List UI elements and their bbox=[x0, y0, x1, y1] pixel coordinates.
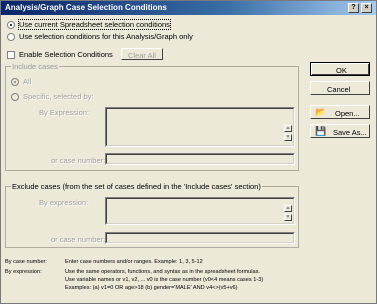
exclude-expression-label: By expression: bbox=[39, 198, 89, 207]
dialog-title: Analysis/Graph Case Selection Conditions bbox=[5, 3, 167, 12]
use-analysis-conditions-radio[interactable] bbox=[7, 33, 15, 41]
case-selection-dialog: Analysis/Graph Case Selection Conditions… bbox=[0, 0, 377, 304]
include-expression-label: By Expression: bbox=[39, 108, 90, 117]
expression-help-line-3: Examples: (a) v1=0 OR age>18 (b) gender=… bbox=[65, 285, 238, 291]
title-bar: Analysis/Graph Case Selection Conditions… bbox=[1, 1, 376, 15]
close-button[interactable]: × bbox=[361, 3, 372, 13]
ok-button[interactable]: OK bbox=[310, 62, 370, 76]
exclude-case-number-label: or case number: bbox=[51, 235, 106, 244]
include-all-label[interactable]: All bbox=[23, 77, 31, 86]
include-all-radio[interactable] bbox=[11, 78, 19, 86]
expression-help-line-1: Use the same operators, functions, and s… bbox=[65, 269, 260, 275]
include-specific-radio[interactable] bbox=[11, 93, 19, 101]
case-number-help-key: By case number: bbox=[5, 259, 47, 265]
scroll-up-icon[interactable]: ▲ bbox=[284, 205, 292, 212]
ok-label: OK bbox=[336, 66, 347, 75]
save-as-label: Save As... bbox=[333, 128, 367, 137]
open-label: Open... bbox=[335, 109, 360, 118]
clear-all-label: Clear All bbox=[128, 51, 156, 60]
include-case-number-label: or case number: bbox=[51, 156, 106, 165]
use-spreadsheet-conditions-label[interactable]: Use current Spreadsheet selection condit… bbox=[18, 19, 171, 30]
expression-help-key: By expression: bbox=[5, 269, 42, 275]
scroll-up-icon[interactable]: ▲ bbox=[284, 125, 292, 132]
exclude-cases-title: Exclude cases (from the set of cases def… bbox=[11, 182, 262, 191]
cancel-button[interactable]: Cancel bbox=[310, 81, 370, 95]
open-button[interactable]: 📂 Open... bbox=[310, 105, 370, 119]
clear-all-button[interactable]: Clear All bbox=[121, 48, 163, 60]
cancel-label: Cancel bbox=[327, 85, 351, 94]
enable-selection-label[interactable]: Enable Selection Conditions bbox=[19, 50, 113, 59]
question-mark-icon: ? bbox=[351, 4, 356, 11]
close-icon: × bbox=[364, 4, 369, 11]
exclude-case-number-field[interactable] bbox=[105, 232, 295, 244]
exclude-expression-field[interactable]: ▲ ▼ bbox=[105, 197, 295, 225]
open-folder-icon: 📂 bbox=[315, 107, 327, 117]
save-as-button[interactable]: 💾 Save As... bbox=[310, 124, 370, 138]
enable-selection-checkbox[interactable] bbox=[7, 51, 15, 59]
case-number-help-text: Enter case numbers and/or ranges. Exampl… bbox=[65, 259, 203, 265]
scroll-down-icon[interactable]: ▼ bbox=[284, 214, 292, 221]
scroll-down-icon[interactable]: ▼ bbox=[284, 134, 292, 141]
include-specific-label[interactable]: Specific, selected by: bbox=[23, 92, 93, 101]
use-analysis-conditions-label[interactable]: Use selection conditions for this Analys… bbox=[19, 32, 193, 41]
expression-help-line-2: Use variable names or v1, v2, ... v0 is … bbox=[65, 277, 264, 283]
include-cases-title: Include cases bbox=[11, 62, 59, 71]
include-expression-field[interactable]: ▲ ▼ bbox=[105, 107, 295, 147]
help-button[interactable]: ? bbox=[348, 3, 359, 13]
include-case-number-field[interactable] bbox=[105, 153, 295, 165]
use-spreadsheet-conditions-radio[interactable] bbox=[7, 21, 15, 29]
save-disk-icon: 💾 bbox=[315, 126, 327, 136]
